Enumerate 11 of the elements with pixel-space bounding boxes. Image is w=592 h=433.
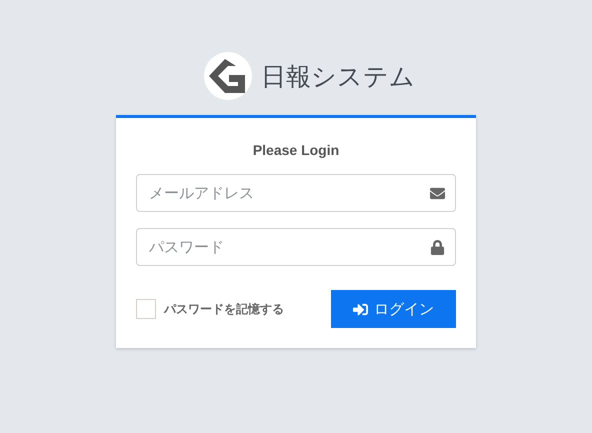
remember-checkbox[interactable] (136, 299, 156, 319)
app-title: 日報システム (261, 60, 415, 92)
login-heading: Please Login (252, 142, 340, 158)
remember-label: パスワードを記憶する (164, 300, 284, 318)
logo-icon (203, 51, 253, 101)
sign-in-icon (353, 302, 368, 316)
envelope-icon (430, 186, 445, 201)
password-field[interactable]: パスワード (136, 228, 456, 266)
lock-icon (430, 240, 445, 255)
email-field[interactable]: メールアドレス (136, 174, 456, 212)
login-button[interactable]: ログイン (331, 290, 456, 328)
